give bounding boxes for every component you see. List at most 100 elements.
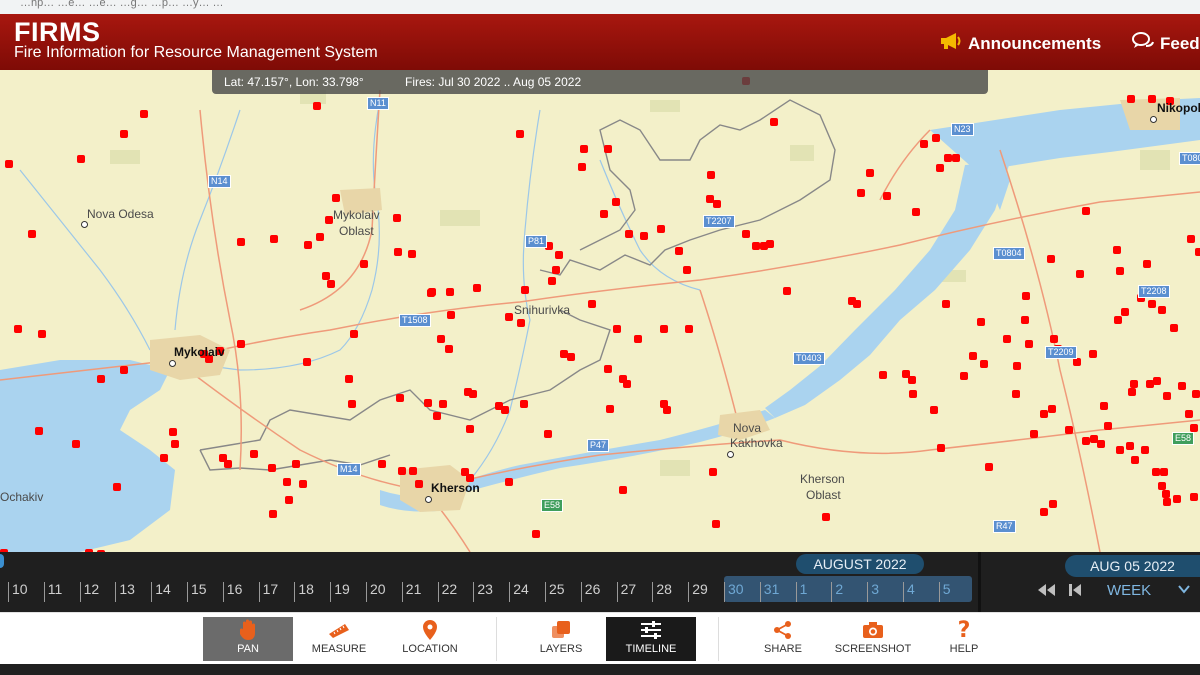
layers-label: LAYERS xyxy=(539,643,583,655)
fire-detection xyxy=(1025,340,1033,348)
timeline-day-25[interactable]: 25 xyxy=(549,581,565,597)
fire-detection xyxy=(883,192,891,200)
timeline-divider xyxy=(978,552,981,612)
timeline-day-30[interactable]: 30 xyxy=(728,581,744,597)
fire-detection xyxy=(77,155,85,163)
timeline-day-19[interactable]: 19 xyxy=(334,581,350,597)
timeline-day-29[interactable]: 29 xyxy=(692,581,708,597)
measure-button[interactable]: MEASURE xyxy=(294,617,384,661)
timeline-day-12[interactable]: 12 xyxy=(84,581,100,597)
timeline-button[interactable]: TIMELINE xyxy=(606,617,696,661)
fire-detection xyxy=(683,266,691,274)
fire-detection xyxy=(980,360,988,368)
feedback-button[interactable]: Feedb xyxy=(1132,32,1200,55)
road-shield: P47 xyxy=(587,439,610,452)
timeline-day-23[interactable]: 23 xyxy=(477,581,493,597)
fire-map[interactable]: Nikopol Nova Odesa Mykolaiv Oblast Snihu… xyxy=(0,70,1200,552)
fire-detection xyxy=(345,375,353,383)
step-back-icon[interactable] xyxy=(1068,583,1082,601)
announcements-button[interactable]: Announcements xyxy=(940,32,1101,55)
timeline-day-1[interactable]: 1 xyxy=(800,581,808,597)
fire-detection xyxy=(350,330,358,338)
location-button[interactable]: LOCATION xyxy=(385,617,475,661)
question-icon: ? xyxy=(957,617,971,643)
timeline-start-handle[interactable] xyxy=(0,554,4,568)
fire-detection xyxy=(1158,306,1166,314)
share-button[interactable]: SHARE xyxy=(738,617,828,661)
fire-detection xyxy=(709,468,717,476)
place-label: Kakhovka xyxy=(730,436,783,450)
fire-detection xyxy=(657,225,665,233)
fire-detection xyxy=(930,406,938,414)
timeline-day-31[interactable]: 31 xyxy=(764,581,780,597)
browser-url-fragment: …hp… …e… …e… …g… …p… …y… … xyxy=(20,0,224,9)
selected-date-range[interactable] xyxy=(724,576,972,602)
timeline-day-2[interactable]: 2 xyxy=(835,581,843,597)
fire-detection xyxy=(920,140,928,148)
fire-detection xyxy=(1065,426,1073,434)
skip-to-start-icon[interactable] xyxy=(1035,583,1057,601)
timeline[interactable]: 10 11 12 13 14 15 16 17 18 19 20 21 22 23 24 25 26 27 28 29… xyxy=(0,552,1200,612)
timeline-day-27[interactable]: 27 xyxy=(621,581,637,597)
timeline-day-26[interactable]: 26 xyxy=(585,581,601,597)
timeline-day-5[interactable]: 5 xyxy=(943,581,951,597)
timeline-day-21[interactable]: 21 xyxy=(406,581,422,597)
fire-detection xyxy=(446,288,454,296)
interval-select[interactable]: WEEK xyxy=(1107,582,1151,599)
chevron-down-icon[interactable] xyxy=(1178,582,1190,597)
fire-detection xyxy=(38,330,46,338)
fire-detection xyxy=(675,247,683,255)
timeline-day-24[interactable]: 24 xyxy=(513,581,529,597)
timeline-label: TIMELINE xyxy=(625,643,677,655)
fire-detection xyxy=(1012,390,1020,398)
timeline-day-16[interactable]: 16 xyxy=(227,581,243,597)
fire-detection xyxy=(625,230,633,238)
help-button[interactable]: ? HELP xyxy=(919,617,1009,661)
timeline-day-3[interactable]: 3 xyxy=(871,581,879,597)
fire-detection xyxy=(552,266,560,274)
fire-detection xyxy=(501,406,509,414)
place-label: Kherson xyxy=(431,481,480,495)
timeline-day-4[interactable]: 4 xyxy=(907,581,915,597)
timeline-tick xyxy=(187,582,188,602)
pan-button[interactable]: PAN xyxy=(203,617,293,661)
timeline-day-15[interactable]: 15 xyxy=(191,581,207,597)
timeline-tick xyxy=(545,582,546,602)
fire-detection xyxy=(1114,316,1122,324)
timeline-tick xyxy=(43,582,45,602)
fire-detection xyxy=(313,102,321,110)
fire-detection xyxy=(952,154,960,162)
current-date[interactable]: AUG 05 2022 xyxy=(1065,555,1200,577)
timeline-day-11[interactable]: 11 xyxy=(48,581,63,597)
screenshot-button[interactable]: SCREENSHOT xyxy=(828,617,918,661)
fire-detection xyxy=(505,313,513,321)
camera-icon xyxy=(828,617,918,643)
fire-detection xyxy=(1143,260,1151,268)
timeline-day-17[interactable]: 17 xyxy=(263,581,279,597)
fire-detection xyxy=(224,460,232,468)
layers-button[interactable]: LAYERS xyxy=(516,617,606,661)
timeline-day-14[interactable]: 14 xyxy=(155,581,171,597)
fire-detection xyxy=(1190,493,1198,501)
timeline-day-22[interactable]: 22 xyxy=(442,581,458,597)
timeline-day-13[interactable]: 13 xyxy=(119,581,135,597)
timeline-tick xyxy=(473,582,475,602)
timeline-tick xyxy=(724,582,725,602)
fire-detection xyxy=(783,287,791,295)
sliders-icon xyxy=(606,617,696,643)
toolbar: PAN MEASURE LOCATION LAYERS TIMELINE SHA… xyxy=(0,612,1200,665)
fire-detection xyxy=(292,460,300,468)
timeline-day-18[interactable]: 18 xyxy=(298,581,314,597)
timeline-day-28[interactable]: 28 xyxy=(656,581,672,597)
timeline-day-10[interactable]: 10 xyxy=(12,581,28,597)
fire-detection xyxy=(1152,468,1160,476)
place-label: Mykolaiv xyxy=(333,208,380,222)
fire-detection xyxy=(857,189,865,197)
fire-detection xyxy=(1100,402,1108,410)
fire-detection xyxy=(1148,95,1156,103)
timeline-tick xyxy=(795,582,797,602)
timeline-day-20[interactable]: 20 xyxy=(370,581,386,597)
timeline-tick xyxy=(151,582,153,602)
fire-detection xyxy=(1003,335,1011,343)
ruler-icon xyxy=(294,617,384,643)
